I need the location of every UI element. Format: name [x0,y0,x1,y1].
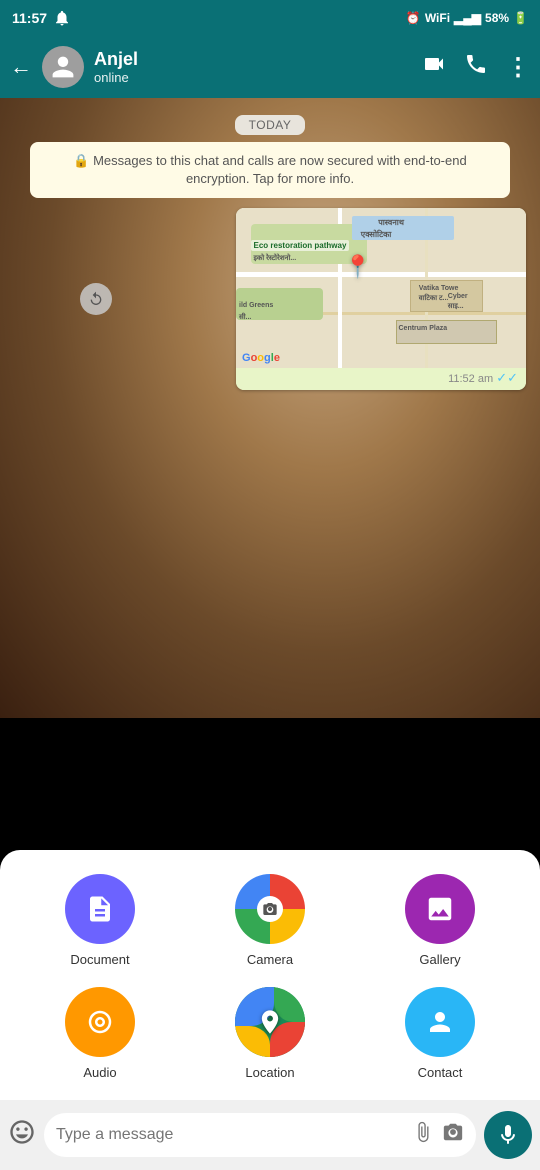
camera-small-button[interactable] [442,1121,464,1149]
contact-name: Anjel [94,49,412,70]
back-button[interactable]: ← [10,54,32,80]
phone-icon [464,52,488,76]
camera-small-icon [442,1121,464,1143]
date-label: TODAY [235,115,306,135]
chat-content: TODAY 🔒 Messages to this chat and calls … [0,98,540,718]
attachment-item-location[interactable]: Location [190,987,350,1080]
camera-inner [257,896,283,922]
audio-icon [85,1007,115,1037]
clip-icon [412,1121,434,1143]
map-label-8: सी... [236,312,254,323]
attachment-item-gallery[interactable]: Gallery [360,874,520,967]
map-label-7: ild Greens [236,301,276,310]
encryption-notice[interactable]: 🔒 Messages to this chat and calls are no… [30,142,510,198]
attachment-item-audio[interactable]: Audio [20,987,180,1080]
menu-button[interactable]: ⋮ [506,53,530,82]
attachment-item-camera[interactable]: Camera [190,874,350,967]
forward-icon [88,291,104,307]
contact-status: online [94,70,412,85]
status-bar-right: ⏰ WiFi ▂▄▆ 58% 🔋 [406,11,528,25]
encryption-text: 🔒 Messages to this chat and calls are no… [73,153,466,186]
status-signal: ▂▄▆ [454,11,481,25]
document-icon [85,894,115,924]
map-label-9: Centrum Plaza [396,324,451,333]
battery-icon: 🔋 [513,11,528,25]
video-call-icon [422,52,446,76]
map-label-3: Eco restoration pathway [251,240,350,251]
status-wifi: WiFi [425,11,450,25]
status-alarm: ⏰ [406,11,421,25]
header-icons: ⋮ [422,52,530,82]
gallery-label: Gallery [419,952,460,967]
camera-label: Camera [247,952,293,967]
map-timestamp: 11:52 am ✓✓ [236,368,526,390]
attachment-menu: Document Camera Gallery [0,850,540,1100]
status-time: 11:57 [12,10,47,26]
location-label: Location [245,1065,294,1080]
camera-icon [262,901,278,917]
map-bubble[interactable]: पास्वनाथ एक्सोटिका Eco restoration pathw… [236,208,526,390]
map-image: पास्वनाथ एक्सोटिका Eco restoration pathw… [236,208,526,368]
attachment-button[interactable] [412,1121,434,1149]
status-battery: 58% [485,11,509,25]
date-badge: TODAY [10,116,530,134]
emoji-button[interactable] [8,1118,36,1153]
document-icon-circle [65,874,135,944]
audio-icon-circle [65,987,135,1057]
voice-call-button[interactable] [464,52,488,82]
message-time: 11:52 am [448,373,493,385]
location-bg [235,987,305,1057]
chat-area: TODAY 🔒 Messages to this chat and calls … [0,98,540,718]
forward-button[interactable] [80,283,112,315]
avatar-icon [50,54,76,80]
document-label: Document [70,952,129,967]
camera-icon-circle [235,874,305,944]
attachment-grid: Document Camera Gallery [20,874,520,1080]
map-pin: 📍 [344,254,371,280]
attachment-item-contact[interactable]: Contact [360,987,520,1080]
message-input-wrapper [44,1113,476,1157]
avatar[interactable] [42,46,84,88]
contact-icon-circle [405,987,475,1057]
map-label-10: Cyber [445,292,471,301]
map-message[interactable]: पास्वनाथ एक्सोटिका Eco restoration pathw… [90,208,526,390]
mic-icon [496,1123,520,1147]
status-bar-left: 11:57 [12,9,71,27]
video-call-button[interactable] [422,52,446,82]
notification-icon [53,9,71,27]
map-road [236,272,526,277]
map-label-4: इको रेस्टोरेशनो... [251,253,300,264]
location-icon-circle [235,987,305,1057]
contact-info[interactable]: Anjel online [94,49,412,85]
contact-label: Contact [418,1065,463,1080]
location-pin-icon [256,1008,284,1036]
status-bar: 11:57 ⏰ WiFi ▂▄▆ 58% 🔋 [0,0,540,36]
map-canvas: पास्वनाथ एक्सोटिका Eco restoration pathw… [236,208,526,368]
google-logo: Google [242,352,280,364]
gallery-icon [425,894,455,924]
emoji-icon [8,1118,36,1146]
input-bar [0,1100,540,1170]
contact-icon [425,1007,455,1037]
message-input-field[interactable] [56,1126,404,1144]
message-ticks: ✓✓ [496,370,518,385]
map-label-11: साइ... [445,301,467,312]
chat-header: ← Anjel online ⋮ [0,36,540,98]
attachment-item-document[interactable]: Document [20,874,180,967]
map-label-2: एक्सोटिका [358,228,395,241]
gallery-icon-circle [405,874,475,944]
audio-label: Audio [83,1065,116,1080]
mic-button[interactable] [484,1111,532,1159]
